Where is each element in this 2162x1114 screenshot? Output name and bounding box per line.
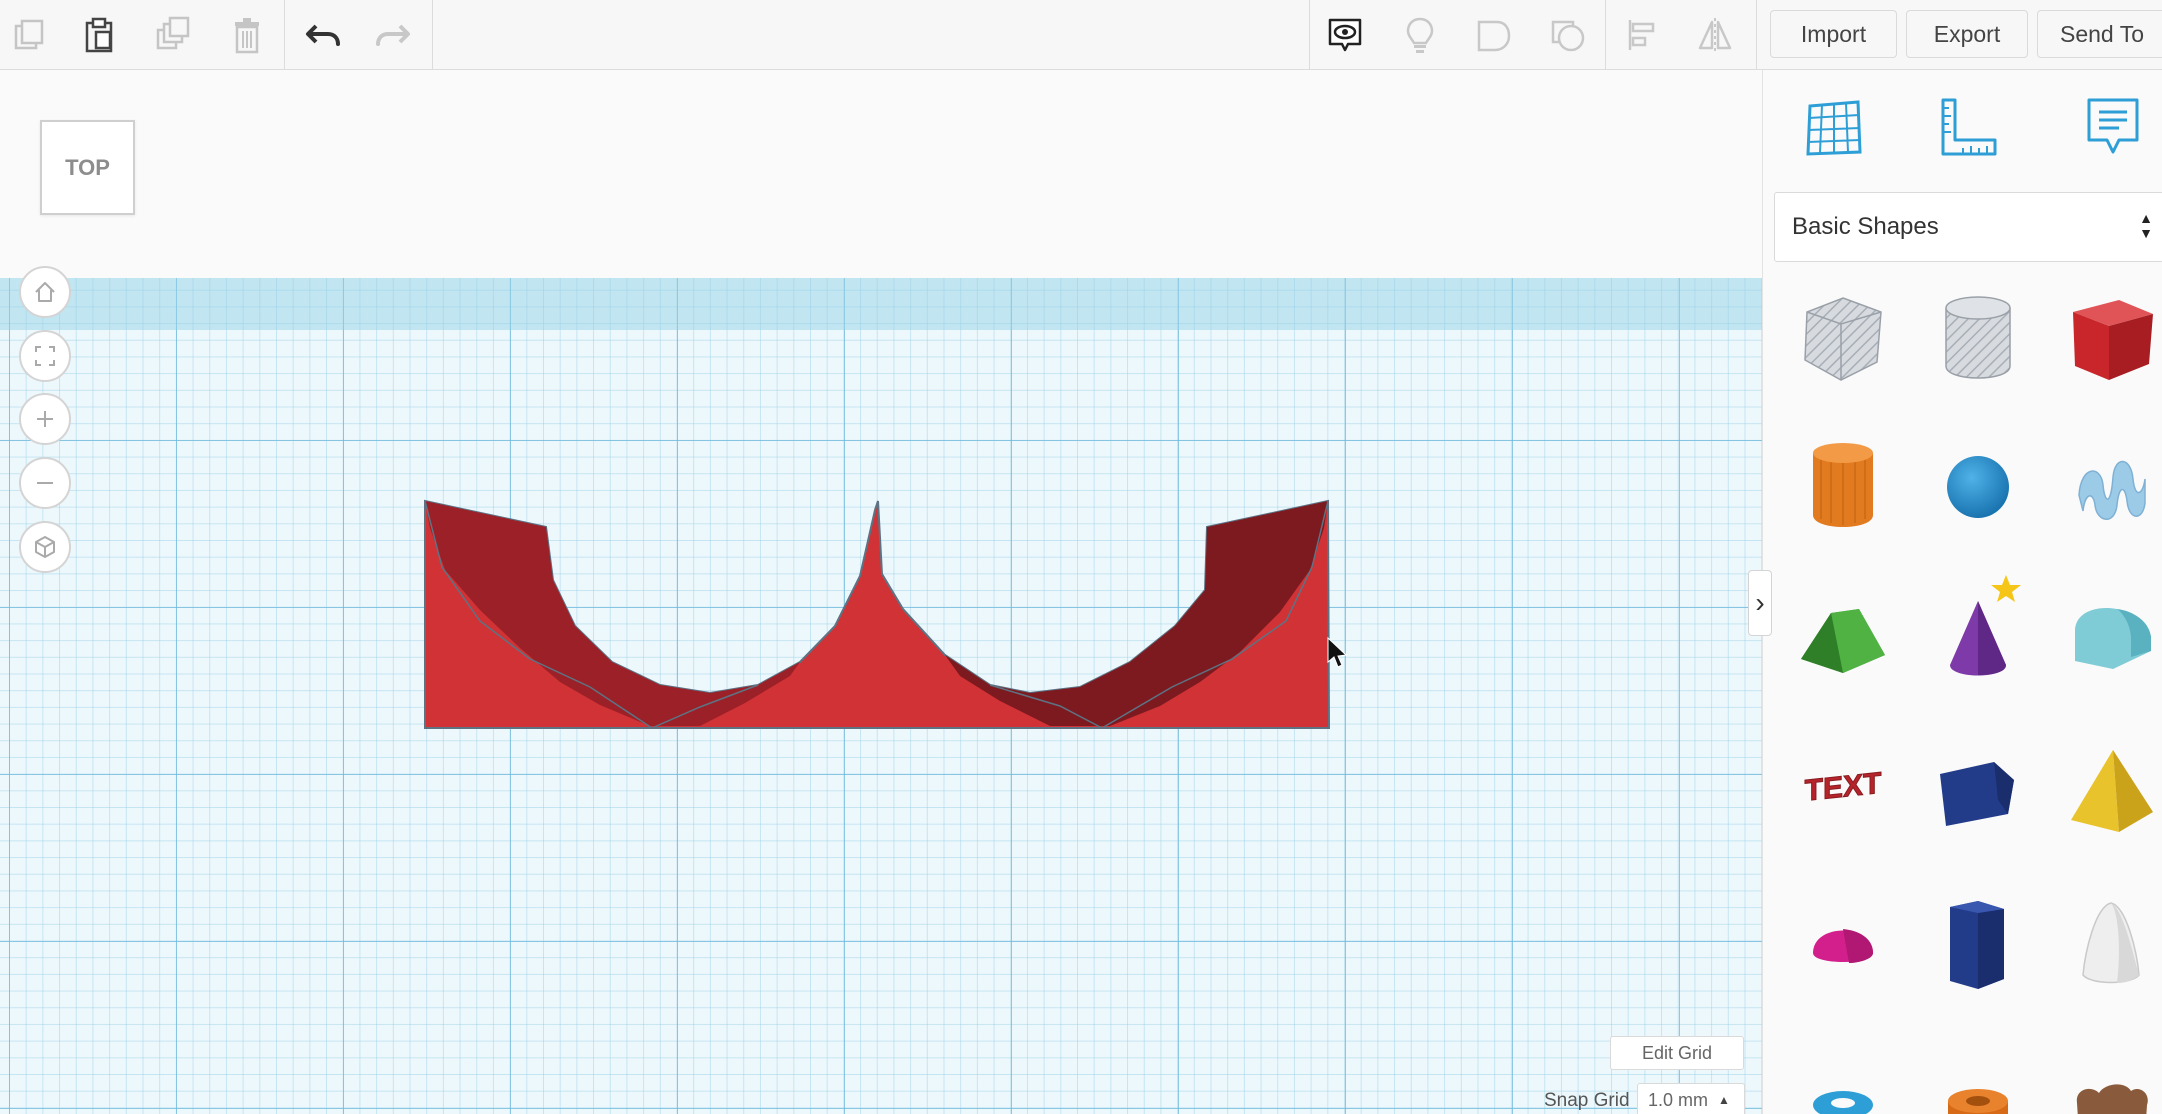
notes-tab[interactable] [2077,92,2149,164]
top-toolbar: Import Export Send To [0,0,2162,70]
red-shape-model[interactable] [0,70,1762,1114]
workplane-viewport[interactable]: TOP Edit Grid Snap Grid 1.0 mm ▲ [0,70,1762,1114]
red-text-shape-icon: TEXT [1804,766,1882,808]
group-icon[interactable] [1469,10,1519,60]
duplicate-icon[interactable] [148,10,198,60]
shape-cylinder[interactable] [1788,430,1898,540]
brown-heart-icon [2076,1084,2148,1114]
snap-grid-value: 1.0 mm [1648,1089,1709,1110]
shape-paraboloid[interactable] [2056,888,2162,998]
shapes-panel: Basic Shapes ▲ ▼ TEXT [1762,70,2162,1114]
toolbar-divider [1756,0,1757,70]
paste-icon[interactable] [74,10,124,60]
note-speech-icon [2087,98,2139,154]
copy-icon[interactable] [4,10,54,60]
export-button[interactable]: Export [1906,10,2028,58]
shape-polygon[interactable] [1923,735,2033,845]
shape-torus[interactable] [1788,1040,1898,1114]
shape-half-sphere[interactable] [1788,888,1898,998]
snap-grid-select[interactable]: 1.0 mm ▲ [1637,1083,1745,1114]
panel-collapse-handle[interactable]: › [1748,570,1772,636]
trash-icon[interactable] [222,10,272,60]
lightbulb-icon[interactable] [1395,10,1445,60]
scribble-icon [2078,460,2146,520]
ruler-icon [1941,98,1997,156]
toolbar-divider [432,0,433,70]
snap-grid-label: Snap Grid [1544,1090,1630,1111]
shape-tube[interactable] [1923,1040,2033,1114]
box-hole-icon [1804,297,1882,381]
align-icon[interactable] [1618,10,1668,60]
select-arrows-icon: ▲ ▼ [2139,210,2153,241]
svg-text:TEXT: TEXT [1805,767,1882,808]
shape-text[interactable]: TEXT [1788,735,1898,845]
shape-round-roof[interactable] [2056,582,2162,692]
purple-cone-icon [1950,575,2021,676]
toolbar-divider [1605,0,1606,70]
edit-grid-button[interactable]: Edit Grid [1610,1036,1744,1070]
navy-polygon-icon [1940,762,2014,826]
teal-round-roof-icon [2075,607,2151,669]
shape-cylinder-hole[interactable] [1923,285,2033,395]
pink-half-sphere-icon [1813,929,1873,963]
shape-library-select[interactable]: Basic Shapes ▲ ▼ [1774,192,2162,262]
grid-icon [1806,100,1862,156]
favorite-star-icon [1991,575,2021,602]
blue-torus-icon [1813,1091,1873,1114]
white-paraboloid-icon [2082,902,2140,984]
cylinder-hole-icon [1945,296,2011,379]
shape-prism[interactable] [1923,888,2033,998]
shape-roof[interactable] [1788,582,1898,692]
chevron-right-icon: › [1755,587,1765,618]
notes-visibility-icon[interactable] [1320,10,1370,60]
import-button[interactable]: Import [1770,10,1897,58]
shape-scribble[interactable] [2056,430,2162,540]
redo-icon[interactable] [368,10,418,60]
orange-tube-icon [1948,1089,2008,1114]
shape-cone[interactable] [1923,575,2033,692]
shape-box-hole[interactable] [1788,285,1898,395]
shape-sphere[interactable] [1923,430,2033,540]
toolbar-divider [1309,0,1310,70]
shape-heart[interactable] [2056,1040,2162,1114]
send-to-button[interactable]: Send To [2037,10,2162,58]
ungroup-icon[interactable] [1543,10,1593,60]
navy-hexagonal-prism-icon [1950,901,2004,989]
shape-library-value: Basic Shapes [1792,213,1939,240]
caret-up-icon: ▲ [1718,1093,1730,1107]
shape-box[interactable] [2056,285,2162,395]
green-roof-icon [1801,609,1885,673]
undo-icon[interactable] [298,10,348,60]
ruler-tab[interactable] [1931,92,2003,164]
tinkercad-editor: Import Export Send To TOP Edit Grid Snap… [0,0,2162,1114]
blue-sphere-icon [1947,456,2009,518]
red-box-icon [2073,300,2153,380]
yellow-pyramid-icon [2071,750,2153,832]
shape-pyramid[interactable] [2056,735,2162,845]
mirror-icon[interactable] [1690,10,1740,60]
toolbar-divider [284,0,285,70]
orange-cylinder-icon [1813,443,1873,527]
mouse-cursor-icon [1327,636,1348,668]
workplane-tab[interactable] [1798,92,1870,164]
